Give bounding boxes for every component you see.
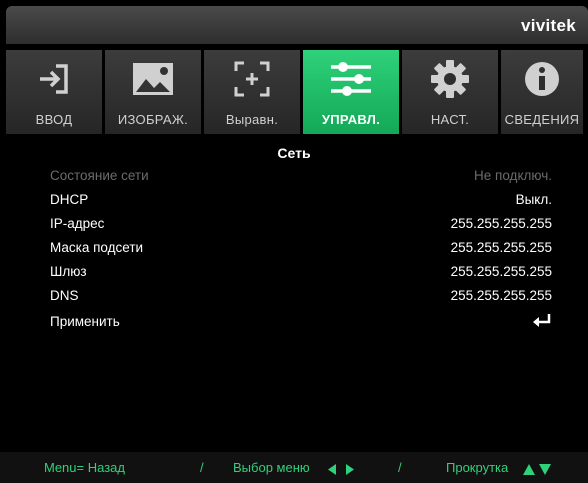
row-value[interactable]: 255.255.255.255 — [451, 264, 552, 279]
footer-back: Menu= Назад — [44, 460, 125, 475]
tab-settings[interactable]: НАСТ. — [402, 50, 498, 134]
row-label: Маска подсети — [50, 239, 144, 255]
tab-label: ВВОД — [35, 112, 73, 127]
enter-icon[interactable] — [532, 313, 552, 330]
row-value[interactable]: 255.255.255.255 — [451, 288, 552, 303]
row-network-status: Состояние сети Не подключ. — [50, 165, 552, 185]
tab-label: ИЗОБРАЖ. — [117, 112, 189, 127]
row-label: IP-адрес — [50, 215, 105, 231]
tab-control[interactable]: УПРАВЛ. — [303, 50, 399, 134]
left-right-arrows-icon — [328, 462, 354, 480]
info-icon — [501, 58, 583, 100]
row-ip-address[interactable]: IP-адрес 255.255.255.255 — [50, 213, 552, 233]
row-value: Не подключ. — [474, 167, 552, 183]
menu-tabs: ВВОД ИЗОБРАЖ. Выравн. УПРАВЛ. НАСТ. СВЕД… — [6, 50, 588, 134]
row-dhcp[interactable]: DHCP Выкл. — [50, 189, 552, 209]
brand-logo: vivitek — [520, 16, 576, 35]
footer-select: Выбор меню — [233, 460, 310, 475]
row-dns[interactable]: DNS 255.255.255.255 — [50, 285, 552, 305]
row-value[interactable]: 255.255.255.255 — [451, 240, 552, 255]
tab-info[interactable]: СВЕДЕНИЯ — [501, 50, 583, 134]
tab-input[interactable]: ВВОД — [6, 50, 102, 134]
alignment-icon — [204, 58, 300, 100]
image-icon — [105, 58, 201, 100]
row-value[interactable]: Выкл. — [516, 192, 552, 207]
sliders-icon — [303, 58, 399, 100]
row-label: Применить — [50, 313, 120, 329]
row-value[interactable]: 255.255.255.255 — [451, 216, 552, 231]
footer-hint-bar: Menu= Назад / Выбор меню / Прокрутка — [0, 452, 588, 483]
projector-osd: vivitek ВВОД ИЗОБРАЖ. Выравн. УПРАВЛ. НА… — [0, 0, 588, 483]
row-gateway[interactable]: Шлюз 255.255.255.255 — [50, 261, 552, 281]
input-icon — [6, 58, 102, 100]
row-label: DHCP — [50, 191, 89, 207]
tab-image[interactable]: ИЗОБРАЖ. — [105, 50, 201, 134]
top-bar: vivitek — [6, 6, 588, 44]
footer-separator: / — [398, 460, 402, 475]
panel-title: Сеть — [277, 145, 311, 161]
row-label: DNS — [50, 287, 79, 303]
tab-label: СВЕДЕНИЯ — [504, 112, 580, 127]
tab-label: Выравн. — [225, 112, 279, 127]
up-down-arrows-icon — [523, 462, 551, 480]
row-subnet-mask[interactable]: Маска подсети 255.255.255.255 — [50, 237, 552, 257]
row-label: Шлюз — [50, 263, 87, 279]
row-label: Состояние сети — [50, 167, 149, 183]
row-apply[interactable]: Применить — [50, 311, 552, 331]
tab-label: УПРАВЛ. — [321, 112, 381, 127]
tab-label: НАСТ. — [430, 112, 470, 127]
tab-alignment[interactable]: Выравн. — [204, 50, 300, 134]
footer-separator: / — [200, 460, 204, 475]
gear-icon — [402, 58, 498, 100]
footer-scroll: Прокрутка — [446, 460, 509, 475]
